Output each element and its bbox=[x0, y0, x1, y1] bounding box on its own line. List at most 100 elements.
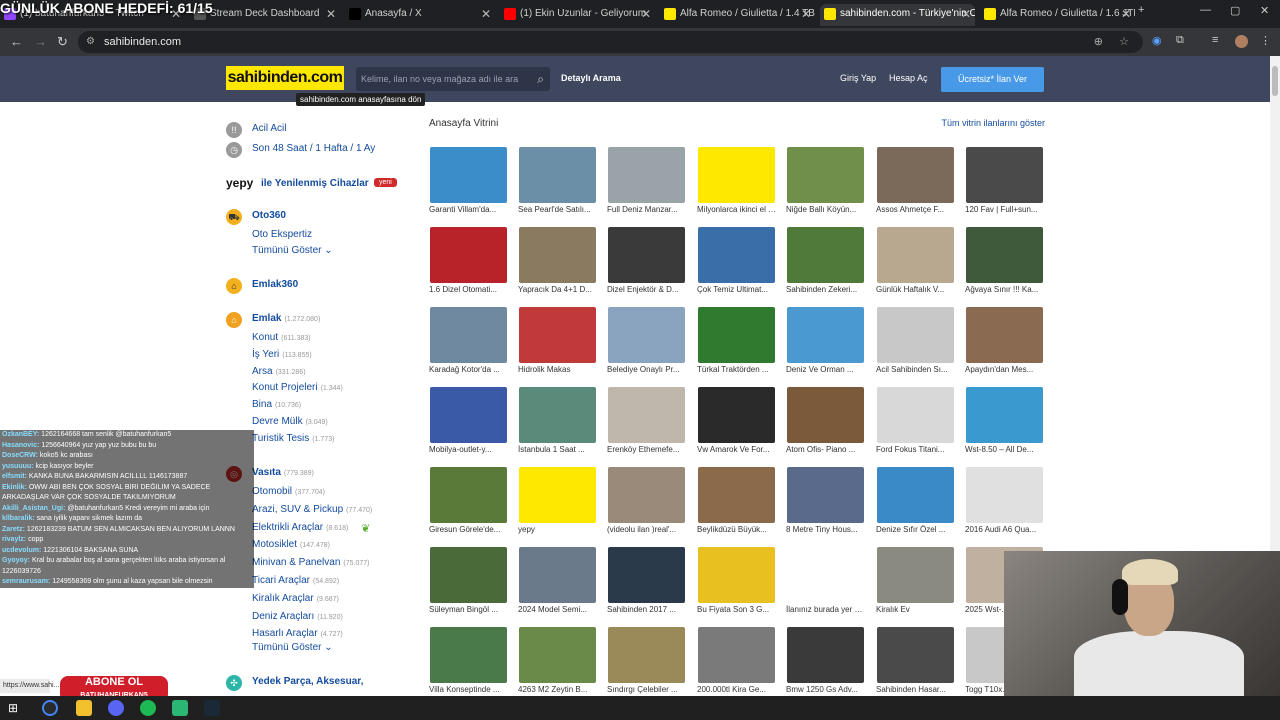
login-link[interactable]: Giriş Yap bbox=[840, 73, 876, 83]
listing-thumbnail[interactable] bbox=[877, 547, 954, 603]
browser-tab[interactable]: (1) Ekin Uzunlar - Geliyorum ✕ bbox=[500, 4, 655, 26]
listing-title[interactable]: Beylikdüzü Büyük... bbox=[697, 525, 777, 534]
browser-menu-icon[interactable]: ⋮ bbox=[1260, 34, 1271, 47]
listing-title[interactable]: Karadağ Kotor'da ... bbox=[429, 365, 509, 374]
listing-thumbnail[interactable] bbox=[787, 627, 864, 683]
listing-title[interactable]: 120 Fav | Full+sun... bbox=[965, 205, 1045, 214]
listing-title[interactable]: Sahibinden Hasar... bbox=[876, 685, 956, 694]
showcase-card[interactable]: Sahibinden Zekeri... bbox=[786, 226, 866, 302]
listing-thumbnail[interactable] bbox=[698, 147, 775, 203]
showcase-card[interactable]: İlanınız burada yer alsın bbox=[786, 546, 866, 622]
listing-thumbnail[interactable] bbox=[966, 307, 1043, 363]
showcase-card[interactable]: Full Deniz Manzar... bbox=[607, 146, 687, 222]
listing-thumbnail[interactable] bbox=[877, 467, 954, 523]
listing-title[interactable]: Süleyman Bingöl ... bbox=[429, 605, 509, 614]
search-input[interactable]: Kelime, ilan no veya mağaza adı ile ara … bbox=[356, 67, 550, 91]
listing-title[interactable]: yepy bbox=[518, 525, 598, 534]
showcase-card[interactable]: Ağvaya Sınır !!! Ka... bbox=[965, 226, 1045, 302]
listing-title[interactable]: Belediye Onaylı Pr... bbox=[607, 365, 687, 374]
showcase-card[interactable]: Hidrolik Makas bbox=[518, 306, 598, 382]
showcase-card[interactable]: 2016 Audi A6 Qua... bbox=[965, 466, 1045, 542]
showcase-card[interactable]: Niğde Ballı Köyün... bbox=[786, 146, 866, 222]
showcase-card[interactable]: Belediye Onaylı Pr... bbox=[607, 306, 687, 382]
listing-thumbnail[interactable] bbox=[608, 147, 685, 203]
showcase-card[interactable]: Beylikdüzü Büyük... bbox=[697, 466, 777, 542]
tab-close-icon[interactable]: ✕ bbox=[481, 4, 491, 24]
listing-title[interactable]: Sea Pearl'de Satılı... bbox=[518, 205, 598, 214]
emlak-category[interactable]: Emlak (1.272.080) bbox=[252, 313, 320, 324]
listing-thumbnail[interactable] bbox=[608, 627, 685, 683]
listing-title[interactable]: Apaydın'dan Mes... bbox=[965, 365, 1045, 374]
showcase-card[interactable]: Sahibinden 2017 ... bbox=[607, 546, 687, 622]
subcategory-link[interactable]: Kiralık Araçlar (9.687) bbox=[252, 593, 339, 604]
showcase-card[interactable]: 8 Metre Tiny Hous... bbox=[786, 466, 866, 542]
listing-title[interactable]: (videolu ilan )real'... bbox=[607, 525, 687, 534]
listing-thumbnail[interactable] bbox=[698, 467, 775, 523]
listing-thumbnail[interactable] bbox=[519, 467, 596, 523]
listing-title[interactable]: Yapracık Da 4+1 D... bbox=[518, 285, 598, 294]
listing-title[interactable]: Vw Amarok Ve For... bbox=[697, 445, 777, 454]
listing-thumbnail[interactable] bbox=[698, 627, 775, 683]
showcase-card[interactable]: Yapracık Da 4+1 D... bbox=[518, 226, 598, 302]
show-all-vasita-link[interactable]: Tümünü Göster ⌄ bbox=[252, 642, 333, 653]
listing-thumbnail[interactable] bbox=[430, 147, 507, 203]
minimize-icon[interactable]: — bbox=[1200, 4, 1211, 16]
last-week-link[interactable]: 1 Hafta bbox=[315, 143, 347, 154]
browser-tab[interactable]: sahibinden.com - Türkiye'nin O ✕ bbox=[820, 4, 975, 26]
subcategory-link[interactable]: Ticari Araçlar (54.892) bbox=[252, 575, 339, 586]
showcase-card[interactable]: Çok Temiz Ultimat... bbox=[697, 226, 777, 302]
listing-thumbnail[interactable] bbox=[698, 227, 775, 283]
chrome-icon[interactable] bbox=[42, 700, 58, 716]
subcategory-link[interactable]: Devre Mülk (3.049) bbox=[252, 416, 328, 427]
showcase-card[interactable]: İstanbula 1 Saat ... bbox=[518, 386, 598, 462]
listing-title[interactable]: Ford Fokus Titani... bbox=[876, 445, 956, 454]
listing-thumbnail[interactable] bbox=[608, 467, 685, 523]
showcase-card[interactable]: Deniz Ve Orman ... bbox=[786, 306, 866, 382]
listing-title[interactable]: Erenköy Ethemefe... bbox=[607, 445, 687, 454]
app-icon-1[interactable] bbox=[108, 700, 124, 716]
listing-title[interactable]: Giresun Görele'de... bbox=[429, 525, 509, 534]
tab-close-icon[interactable]: ✕ bbox=[801, 4, 811, 24]
oto-expert-link[interactable]: Oto Ekspertiz bbox=[252, 229, 312, 240]
listing-thumbnail[interactable] bbox=[519, 627, 596, 683]
zoom-icon[interactable]: ⊕ bbox=[1094, 31, 1103, 53]
listing-title[interactable]: Dizel Enjektör & D... bbox=[607, 285, 687, 294]
showcase-card[interactable]: Villa Konseptinde ... bbox=[429, 626, 509, 702]
listing-title[interactable]: 200.000tl Kira Ge... bbox=[697, 685, 777, 694]
listing-title[interactable]: Acil Sahibinden Sı... bbox=[876, 365, 956, 374]
vasita-category[interactable]: Vasıta (779.389) bbox=[252, 467, 314, 478]
showcase-card[interactable]: Karadağ Kotor'da ... bbox=[429, 306, 509, 382]
listing-title[interactable]: Sahibinden Zekeri... bbox=[786, 285, 866, 294]
listing-thumbnail[interactable] bbox=[877, 227, 954, 283]
last-month-link[interactable]: 1 Ay bbox=[356, 143, 375, 154]
spare-parts-category[interactable]: Yedek Parça, Aksesuar, bbox=[252, 676, 363, 687]
showcase-card[interactable]: Milyonlarca ikinci el ürün, her gün uygu… bbox=[697, 146, 777, 222]
listing-title[interactable]: Türkal Traktörden ... bbox=[697, 365, 777, 374]
subcategory-link[interactable]: Hasarlı Araçlar (4.727) bbox=[252, 628, 343, 639]
listing-title[interactable]: İlanınız burada yer alsın bbox=[786, 605, 866, 614]
site-info-icon[interactable]: ⚙ bbox=[86, 31, 95, 53]
listing-title[interactable]: Villa Konseptinde ... bbox=[429, 685, 509, 694]
subcategory-link[interactable]: Arazi, SUV & Pickup (77.470) bbox=[252, 504, 372, 515]
app-icon-2[interactable] bbox=[172, 700, 188, 716]
listing-title[interactable]: Atom Ofis- Piano ... bbox=[786, 445, 866, 454]
listing-title[interactable]: 2016 Audi A6 Qua... bbox=[965, 525, 1045, 534]
listing-thumbnail[interactable] bbox=[966, 387, 1043, 443]
showcase-card[interactable]: 4263 M2 Zeytin B... bbox=[518, 626, 598, 702]
showcase-card[interactable]: (videolu ilan )real'... bbox=[607, 466, 687, 542]
listing-title[interactable]: Mobilya-outlet-y... bbox=[429, 445, 509, 454]
browser-tab[interactable]: Alfa Romeo / Giulietta / 1.6 JTD ✕ bbox=[980, 4, 1135, 26]
subcategory-link[interactable]: Motosiklet (147.478) bbox=[252, 539, 330, 550]
listing-thumbnail[interactable] bbox=[787, 467, 864, 523]
yepy-logo[interactable]: yepy bbox=[226, 176, 253, 190]
listing-thumbnail[interactable] bbox=[430, 467, 507, 523]
emlak360-link[interactable]: Emlak360 bbox=[252, 279, 298, 290]
listing-thumbnail[interactable] bbox=[787, 387, 864, 443]
file-explorer-icon[interactable] bbox=[76, 700, 92, 716]
showcase-card[interactable]: Dizel Enjektör & D... bbox=[607, 226, 687, 302]
listing-title[interactable]: Bmw 1250 Gs Adv... bbox=[786, 685, 866, 694]
listing-title[interactable]: 1.6 Dizel Otomati... bbox=[429, 285, 509, 294]
listing-thumbnail[interactable] bbox=[430, 227, 507, 283]
listing-thumbnail[interactable] bbox=[698, 307, 775, 363]
showcase-card[interactable]: Sea Pearl'de Satılı... bbox=[518, 146, 598, 222]
